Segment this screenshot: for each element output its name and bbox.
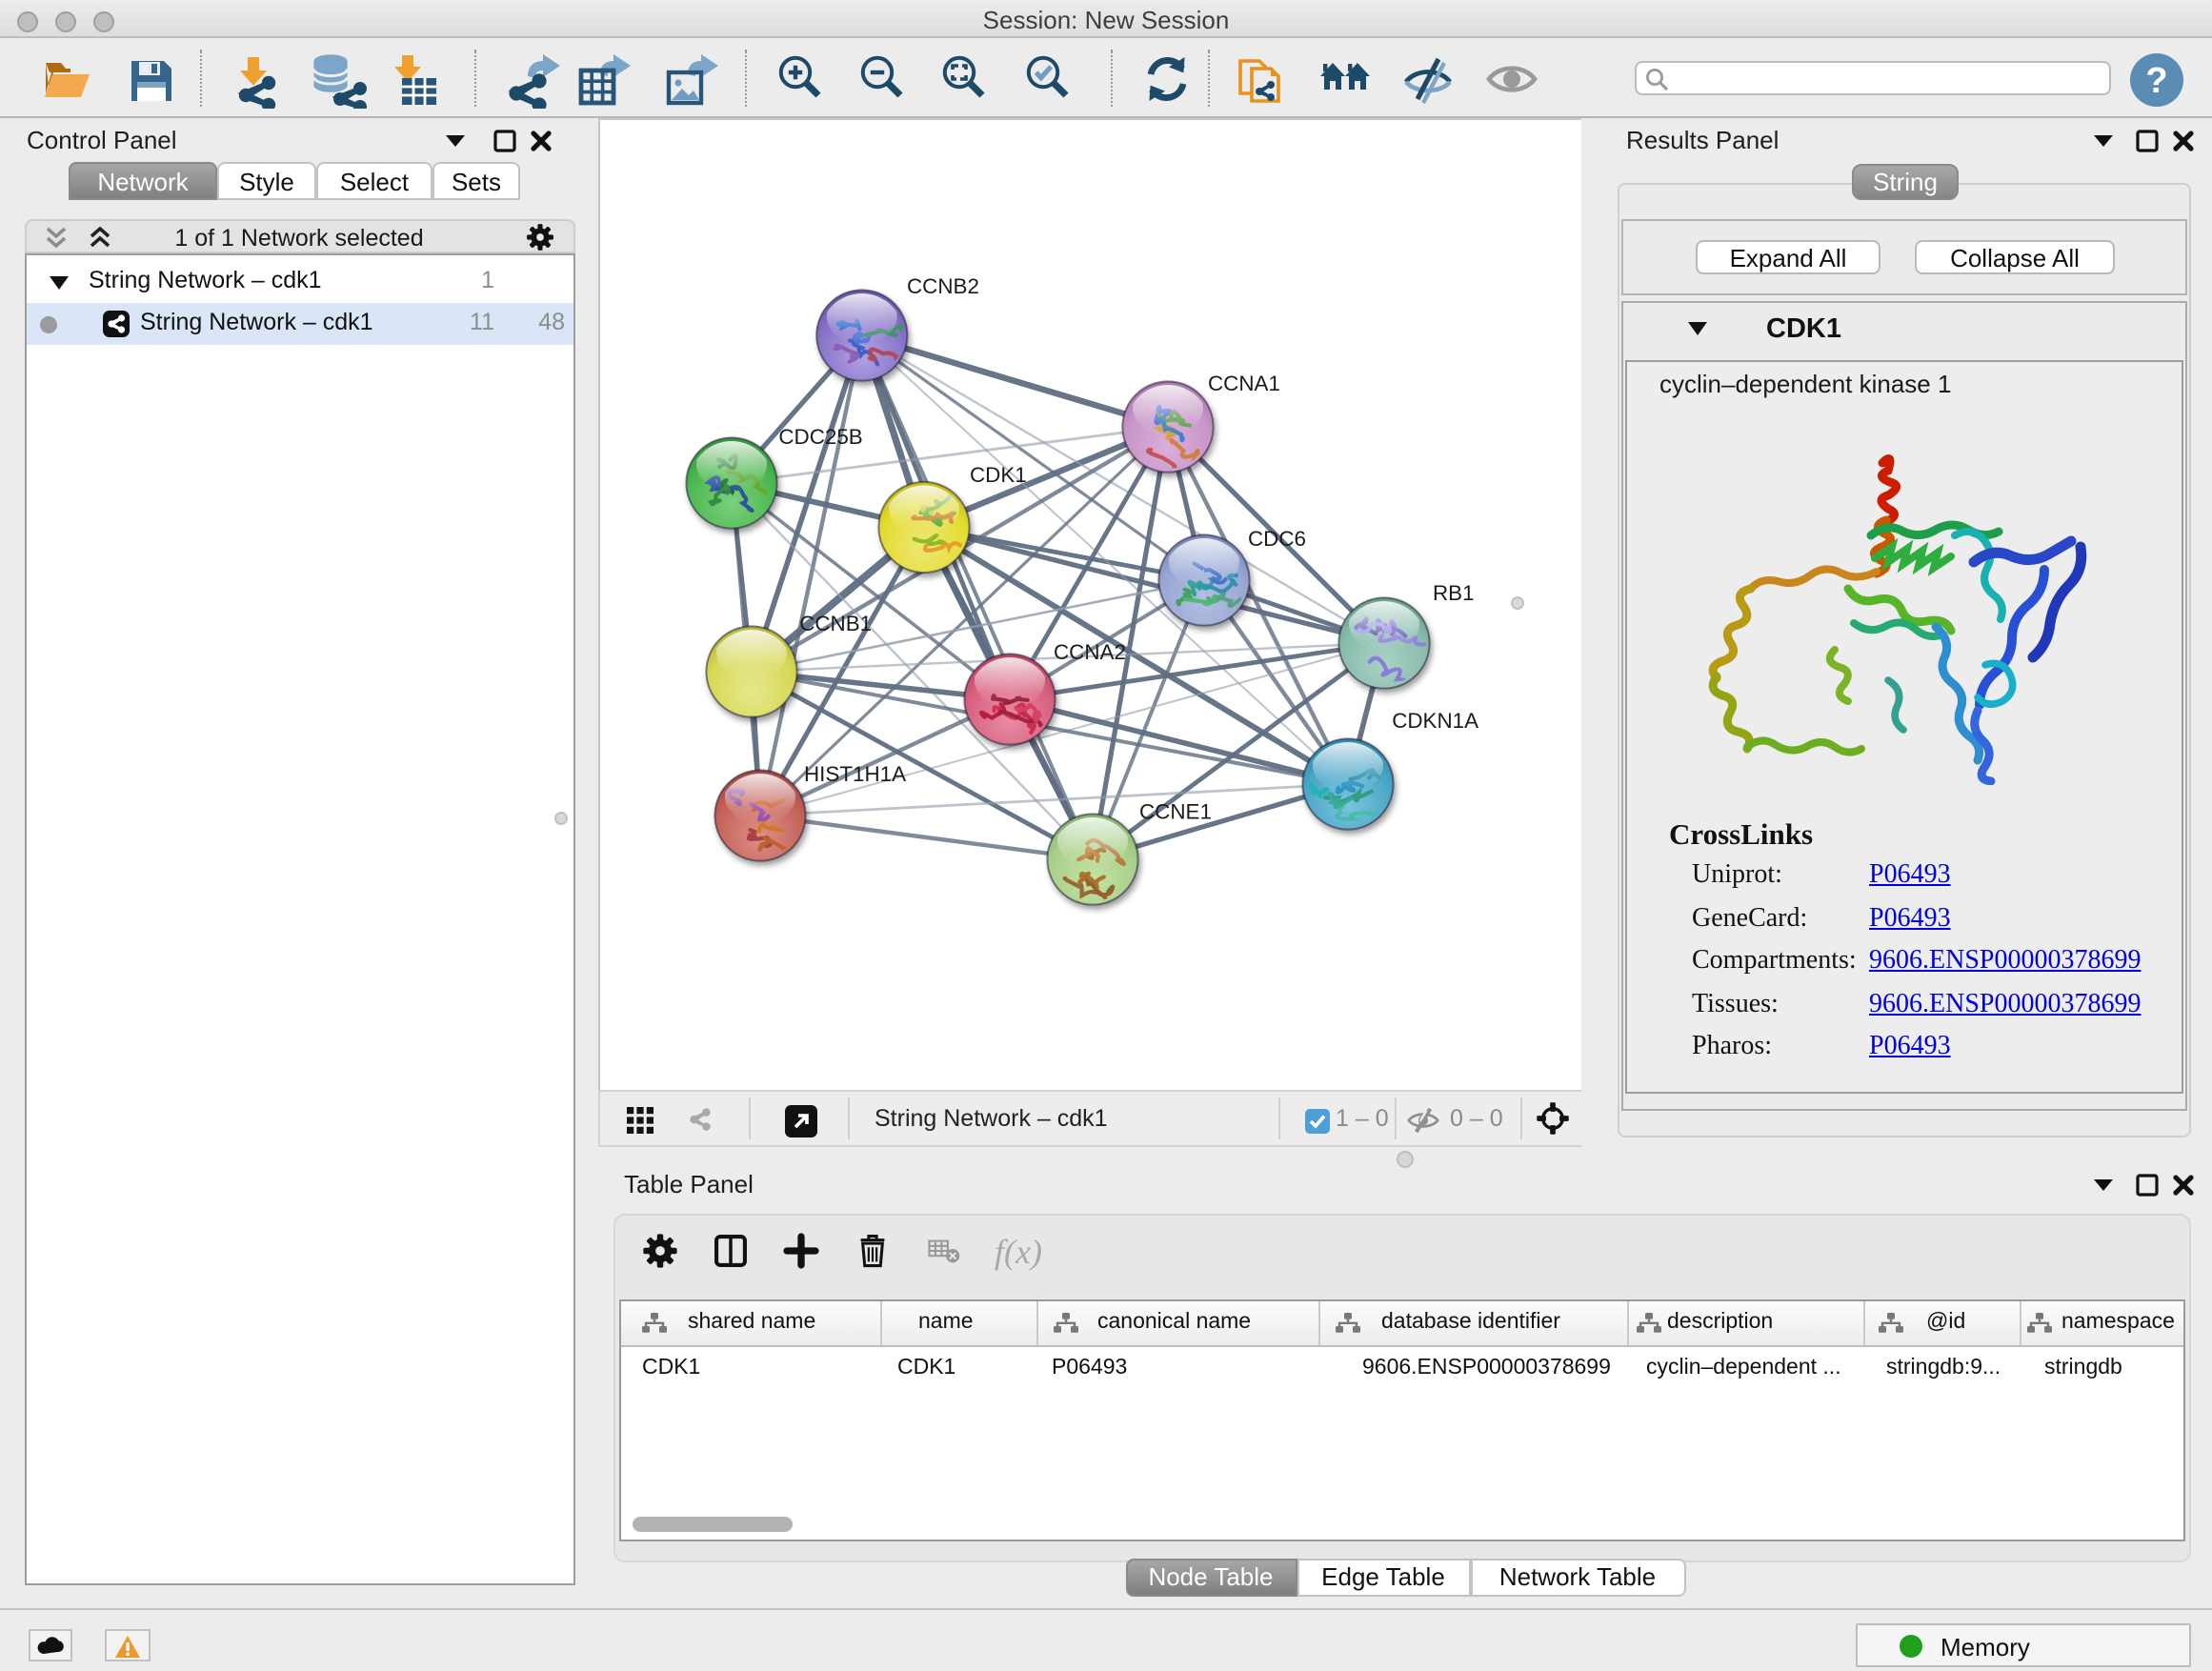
svg-text:CCNA2: CCNA2: [1054, 640, 1126, 664]
svg-text:CCNB2: CCNB2: [907, 274, 979, 298]
svg-text:CCNB1: CCNB1: [799, 612, 872, 635]
svg-text:RB1: RB1: [1433, 581, 1475, 605]
svg-text:CDKN1A: CDKN1A: [1392, 709, 1478, 733]
svg-text:CDK1: CDK1: [970, 463, 1027, 487]
svg-text:CDC6: CDC6: [1248, 527, 1306, 551]
svg-text:HIST1H1A: HIST1H1A: [804, 762, 906, 786]
svg-text:CDC25B: CDC25B: [778, 425, 862, 449]
svg-text:CCNA1: CCNA1: [1208, 372, 1280, 395]
svg-text:CCNE1: CCNE1: [1139, 799, 1212, 823]
svg-text:?: ?: [2145, 60, 2167, 100]
